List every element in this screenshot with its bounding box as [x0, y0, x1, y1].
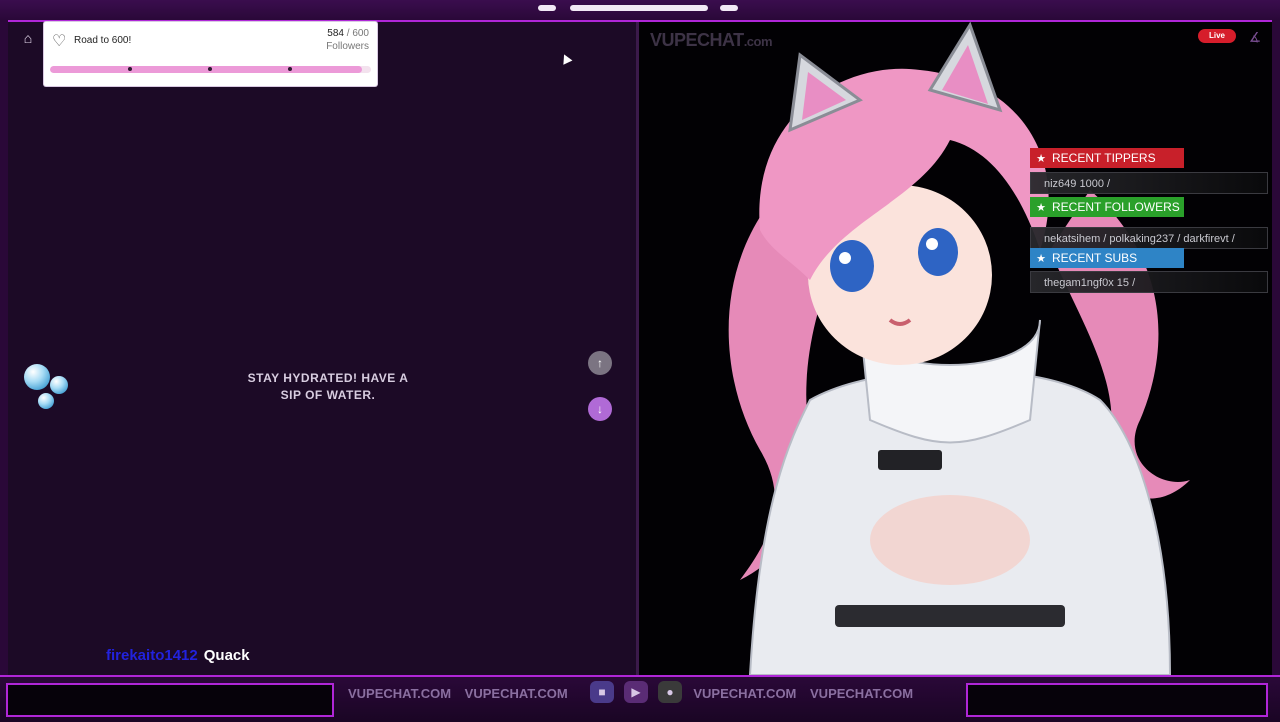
goal-progress-fill [50, 66, 363, 73]
frame-pill [570, 5, 708, 11]
hydration-reminder: STAY HYDRATED! HAVE A SIP OF WATER. [230, 370, 426, 404]
frame-pill [538, 5, 556, 11]
hydration-line-1: STAY HYDRATED! HAVE A [247, 371, 409, 385]
recent-followers-header: ★ RECENT FOLLOWERS [1030, 197, 1184, 217]
avatar-eye-right [918, 228, 958, 276]
app-icon[interactable]: ■ [590, 681, 614, 703]
chat-text: Quack [203, 647, 250, 664]
avatar-eye-left [830, 240, 874, 292]
heart-cloud-icon: ♡ [52, 33, 67, 50]
down-arrow-icon[interactable]: ↓ [588, 397, 612, 421]
corner-icon: ∡ [1248, 29, 1262, 45]
goal-count: 584 / 600 [327, 28, 369, 39]
follower-goal-card: ♡ Road to 600! 584 / 600 Followers [44, 22, 377, 86]
ticker-item: VUPECHAT.COM [693, 686, 797, 701]
avatar-chest [870, 495, 1030, 585]
goal-title: Road to 600! [74, 35, 132, 46]
avatar-eye-shine [926, 238, 938, 250]
left-panel [8, 22, 636, 675]
water-bubble-icon [38, 393, 54, 409]
frame-pill [720, 5, 738, 11]
star-icon: ★ [1036, 253, 1046, 265]
chat-message: firekaito1412 Quack [106, 647, 250, 664]
top-frame [0, 0, 1280, 22]
recent-subs-list: thegam1ngf0x 15 / [1030, 271, 1268, 293]
goal-target: 600 [352, 28, 369, 39]
recent-subs-title: RECENT SUBS [1052, 251, 1138, 265]
recent-followers-list: nekatsihem / polkaking237 / darkfirevt / [1030, 227, 1268, 249]
goal-unit: Followers [326, 41, 369, 52]
star-icon: ★ [1036, 153, 1046, 165]
circle-icon[interactable]: ● [658, 681, 682, 703]
bottom-left-box [6, 683, 334, 717]
ticker-item: VUPECHAT.COM [810, 686, 914, 701]
hydration-line-2: SIP OF WATER. [280, 388, 376, 402]
avatar-strap [878, 450, 942, 470]
goal-milestone-dot [128, 67, 132, 71]
right-frame [1272, 20, 1280, 675]
brand-ticker: VUPECHAT.COM VUPECHAT.COM VUPECHAT.COM V… [348, 684, 948, 704]
ticker-item: VUPECHAT.COM [464, 686, 568, 701]
chat-username: firekaito1412 [106, 647, 198, 664]
avatar-eye-shine [839, 252, 851, 264]
water-bubble-icon [50, 376, 68, 394]
game-controller-icon[interactable]: ▶ [624, 681, 648, 703]
left-frame [0, 20, 8, 675]
recent-tippers-list: niz649 1000 / [1030, 172, 1268, 194]
bottom-right-box [966, 683, 1268, 717]
recent-tippers-title: RECENT TIPPERS [1052, 151, 1156, 165]
recent-followers-title: RECENT FOLLOWERS [1052, 200, 1180, 214]
goal-milestone-dot [288, 67, 292, 71]
water-bubble-icon [24, 364, 50, 390]
home-icon[interactable]: ⌂ [18, 28, 38, 48]
recent-subs-header: ★ RECENT SUBS [1030, 248, 1184, 268]
star-icon: ★ [1036, 202, 1046, 214]
ticker-item: VUPECHAT.COM [348, 686, 452, 701]
up-arrow-icon[interactable]: ↑ [588, 351, 612, 375]
recent-tippers-header: ★ RECENT TIPPERS [1030, 148, 1184, 168]
avatar-belt [835, 605, 1065, 627]
goal-milestone-dot [208, 67, 212, 71]
vtuber-avatar [728, 21, 1190, 675]
goal-current: 584 [327, 28, 344, 39]
